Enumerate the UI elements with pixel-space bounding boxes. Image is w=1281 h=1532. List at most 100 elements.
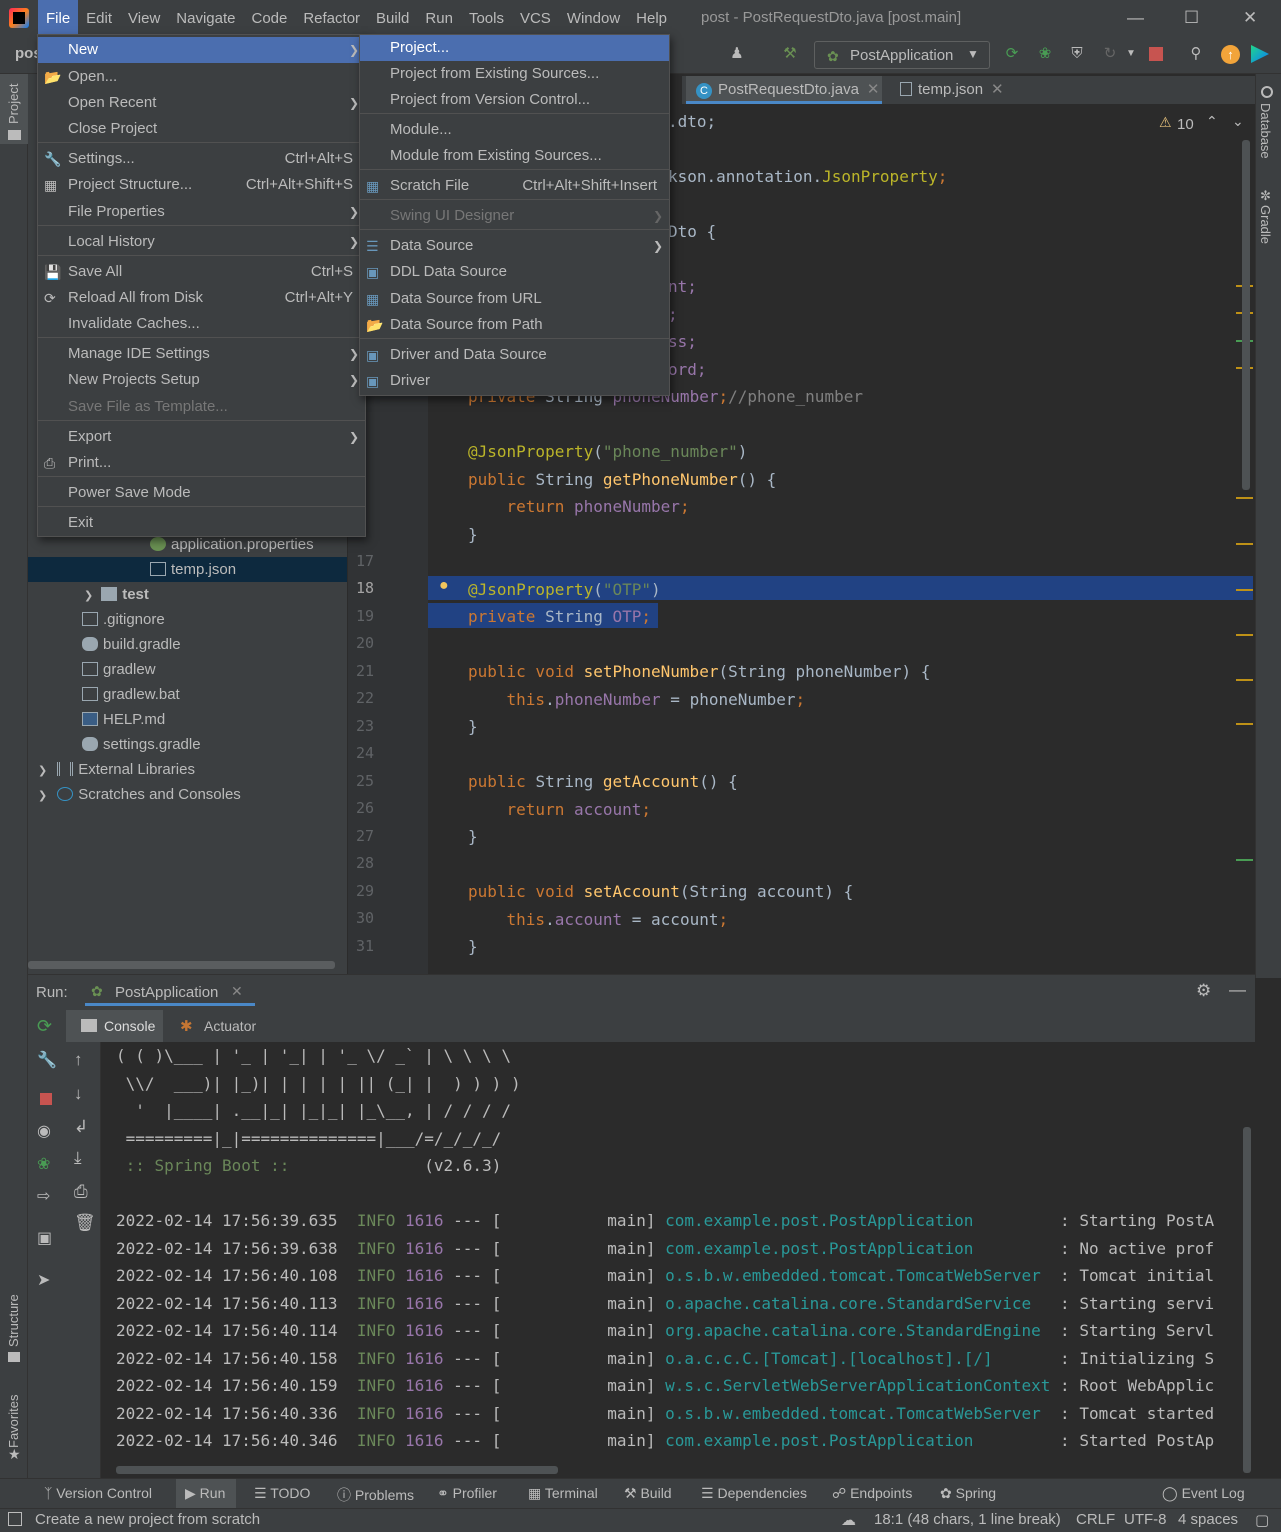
tool-dependencies[interactable]: ☰ Dependencies <box>701 1485 807 1502</box>
tab-postrequestdto[interactable]: C PostRequestDto.java ✕ <box>686 76 882 104</box>
arrow-up-icon[interactable]: ↑ <box>74 1050 83 1070</box>
code-line[interactable]: private String OTP; <box>468 607 651 626</box>
menu-view[interactable]: View <box>120 0 168 38</box>
lightbulb-icon[interactable]: ● <box>439 577 449 595</box>
rerun-icon[interactable]: ⟳ <box>37 1016 52 1037</box>
tool-build[interactable]: ⚒ Build <box>624 1485 672 1502</box>
menu-refactor[interactable]: Refactor <box>295 0 368 38</box>
file-menu-item-close-project[interactable]: Close Project <box>38 116 365 142</box>
tool-spring[interactable]: ✿ Spring <box>940 1485 996 1502</box>
arrow-down-icon[interactable]: ↓ <box>74 1084 83 1104</box>
tool-event-log[interactable]: ◯ Event Log <box>1162 1485 1245 1502</box>
file-menu-item-manage-ide-settings[interactable]: Manage IDE Settings ❯ <box>38 341 365 367</box>
update-icon[interactable]: ↑ <box>1221 45 1240 64</box>
new-menu-item-project[interactable]: Project... <box>360 35 669 61</box>
tab-close-icon[interactable]: ✕ <box>867 81 880 98</box>
new-menu-item-data-source-from-url[interactable]: ▦ Data Source from URL <box>360 286 669 312</box>
soft-wrap-icon[interactable]: ↲ <box>74 1117 88 1137</box>
file-menu-item-export[interactable]: Export ❯ <box>38 424 365 450</box>
project-tool-label[interactable]: Project <box>6 80 21 124</box>
tool-terminal[interactable]: ▦ Terminal <box>528 1485 598 1502</box>
code-line[interactable]: @JsonProperty("phone_number") <box>468 442 747 461</box>
structure-tool-label[interactable]: Structure <box>6 1287 21 1347</box>
pin-icon[interactable]: ➤ <box>37 1270 50 1290</box>
tool-version-control[interactable]: ᛉ Version Control <box>44 1485 152 1501</box>
file-menu-item-print[interactable]: ⎙ Print... <box>38 450 365 476</box>
project-hscrollbar[interactable] <box>28 961 335 969</box>
menu-help[interactable]: Help <box>628 0 675 38</box>
file-menu-item-save-all[interactable]: 💾 Save All Ctrl+S <box>38 259 365 285</box>
menu-edit[interactable]: Edit <box>78 0 120 38</box>
coverage-shield-icon[interactable]: ⛨ <box>1068 45 1086 63</box>
editor-vscrollbar[interactable] <box>1242 140 1250 490</box>
next-highlight-icon[interactable]: ⌄ <box>1232 113 1244 130</box>
code-line[interactable]: } <box>468 937 478 956</box>
camera-icon[interactable]: ◉ <box>37 1121 51 1141</box>
line-separator[interactable]: CRLF <box>1076 1511 1115 1528</box>
file-menu-item-settings[interactable]: 🔧 Settings... Ctrl+Alt+S <box>38 146 365 172</box>
file-menu-item-project-structure[interactable]: ▦ Project Structure... Ctrl+Alt+Shift+S <box>38 172 365 198</box>
new-menu-item-project-from-version-control[interactable]: Project from Version Control... <box>360 87 669 113</box>
tree-item-help-md[interactable]: HELP.md <box>82 707 165 732</box>
code-line[interactable]: @JsonProperty("OTP") <box>468 580 661 599</box>
debug-bug-icon[interactable]: ❀ <box>37 1154 50 1174</box>
code-line[interactable]: } <box>468 717 478 736</box>
console-hscrollbar[interactable] <box>116 1466 558 1474</box>
tool-profiler[interactable]: ⚭ Profiler <box>437 1485 497 1502</box>
run-config-selector[interactable]: PostApplication ✿ ▼ <box>814 41 990 69</box>
menu-code[interactable]: Code <box>243 0 295 38</box>
tab-close-icon[interactable]: ✕ <box>231 983 243 1000</box>
tree-item-external-libraries[interactable]: ❯ External Libraries <box>38 757 195 782</box>
tree-item-gitignore[interactable]: .gitignore <box>82 607 165 632</box>
tool-windows-icon[interactable] <box>8 1512 22 1526</box>
indent-setting[interactable]: 4 spaces <box>1178 1511 1238 1528</box>
file-menu-item-invalidate-caches[interactable]: Invalidate Caches... <box>38 311 365 337</box>
new-menu-item-module[interactable]: Module... <box>360 117 669 143</box>
code-line[interactable]: } <box>468 525 478 544</box>
menu-tools[interactable]: Tools <box>461 0 512 38</box>
file-menu-item-power-save-mode[interactable]: Power Save Mode <box>38 480 365 506</box>
menu-navigate[interactable]: Navigate <box>168 0 243 38</box>
menu-build[interactable]: Build <box>368 0 417 38</box>
database-tool-label[interactable]: Database <box>1258 103 1273 167</box>
tab-temp-json[interactable]: temp.json ✕ <box>896 76 1016 104</box>
tree-item-gradlew-bat[interactable]: gradlew.bat <box>82 682 180 707</box>
code-line[interactable]: nt; <box>668 277 697 296</box>
file-menu-item-new-projects-setup[interactable]: New Projects Setup ❯ <box>38 367 365 393</box>
user-icon[interactable]: ♟ <box>728 45 746 63</box>
code-line[interactable]: public String getPhoneNumber() { <box>468 470 776 489</box>
trash-icon[interactable]: 🗑 <box>74 1213 96 1233</box>
tab-actuator[interactable]: ✱ Actuator <box>178 1010 268 1042</box>
scroll-to-end-icon[interactable]: ⤓ <box>74 1148 82 1168</box>
file-menu-item-open-recent[interactable]: Open Recent ❯ <box>38 90 365 116</box>
caret-position[interactable]: 18:1 (48 chars, 1 line break) <box>874 1511 1061 1528</box>
tool-endpoints[interactable]: ☍ Endpoints <box>832 1485 912 1502</box>
code-line[interactable]: Dto { <box>668 222 716 241</box>
code-line[interactable]: return account; <box>468 800 652 819</box>
lock-icon[interactable]: ▢ <box>1255 1511 1269 1529</box>
file-menu-item-local-history[interactable]: Local History ❯ <box>38 229 365 255</box>
console-vscrollbar[interactable] <box>1243 1127 1251 1473</box>
hide-panel-icon[interactable]: — <box>1229 980 1246 1000</box>
new-menu-item-data-source-from-path[interactable]: 📂 Data Source from Path <box>360 312 669 338</box>
file-menu-item-open[interactable]: 📂 Open... <box>38 64 365 90</box>
layout-icon[interactable]: ▣ <box>37 1228 52 1248</box>
gradle-tool-label[interactable]: Gradle <box>1258 205 1273 253</box>
file-menu-item-reload-all-from-disk[interactable]: ⟳ Reload All from Disk Ctrl+Alt+Y <box>38 285 365 311</box>
code-line[interactable]: ss; <box>668 332 697 351</box>
exit-icon[interactable]: ⇨ <box>37 1186 50 1206</box>
stop-icon[interactable] <box>1149 47 1163 61</box>
code-line[interactable]: return phoneNumber; <box>468 497 690 516</box>
favorites-tool-label[interactable]: Favorites <box>6 1388 21 1448</box>
readonly-cloud-icon[interactable]: ☁ <box>841 1511 856 1529</box>
tree-item-gradlew[interactable]: gradlew <box>82 657 156 682</box>
file-menu-item-new[interactable]: New ❯ <box>38 37 365 63</box>
menu-file[interactable]: File <box>38 0 79 38</box>
more-run-chevron-icon[interactable]: ▼ <box>1122 45 1140 63</box>
maximize-icon[interactable]: ☐ <box>1184 8 1199 28</box>
tree-item-scratches[interactable]: ❯ Scratches and Consoles <box>38 782 241 807</box>
code-line[interactable]: ord; <box>668 360 707 379</box>
new-menu-item-module-from-existing-sources[interactable]: Module from Existing Sources... <box>360 143 669 169</box>
stop-icon[interactable] <box>40 1093 52 1105</box>
tool-todo[interactable]: ☰ TODO <box>254 1485 310 1502</box>
